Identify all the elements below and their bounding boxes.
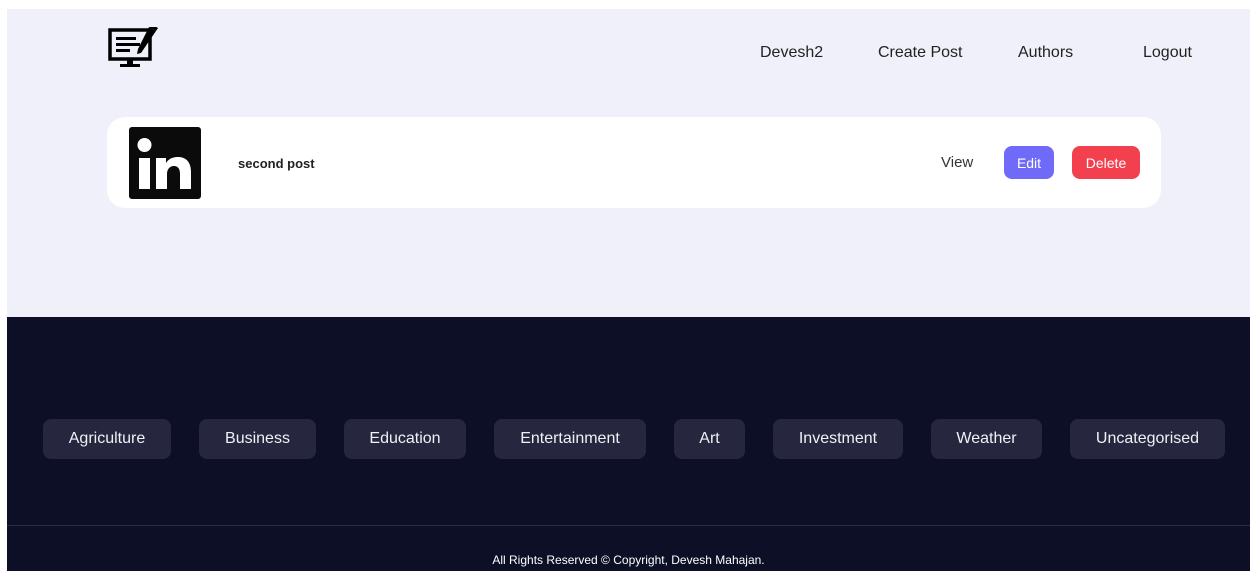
category-agriculture[interactable]: Agriculture xyxy=(43,419,171,459)
nav-logout-link[interactable]: Logout xyxy=(1143,43,1192,63)
nav-user-link[interactable]: Devesh2 xyxy=(760,43,823,63)
category-business[interactable]: Business xyxy=(199,419,316,459)
nav-authors-link[interactable]: Authors xyxy=(1018,43,1073,63)
post-thumbnail xyxy=(129,127,201,199)
category-education[interactable]: Education xyxy=(344,419,466,459)
linkedin-icon xyxy=(137,138,191,189)
blog-logo-icon[interactable] xyxy=(108,25,164,73)
category-investment[interactable]: Investment xyxy=(773,419,903,459)
delete-button[interactable]: Delete xyxy=(1072,146,1140,179)
category-uncategorised[interactable]: Uncategorised xyxy=(1070,419,1225,459)
copyright-text: All Rights Reserved © Copyright, Devesh … xyxy=(492,553,765,567)
page: Devesh2 Create Post Authors Logout secon… xyxy=(7,9,1250,571)
post-card: second post View Edit Delete xyxy=(107,117,1161,208)
post-title[interactable]: second post xyxy=(238,156,315,171)
edit-button[interactable]: Edit xyxy=(1004,146,1054,179)
nav-create-post-link[interactable]: Create Post xyxy=(878,43,962,63)
category-art[interactable]: Art xyxy=(674,419,745,459)
footer: Agriculture Business Education Entertain… xyxy=(7,317,1250,571)
footer-divider xyxy=(7,525,1250,526)
view-button[interactable]: View xyxy=(941,154,973,171)
category-entertainment[interactable]: Entertainment xyxy=(494,419,646,459)
category-weather[interactable]: Weather xyxy=(931,419,1042,459)
